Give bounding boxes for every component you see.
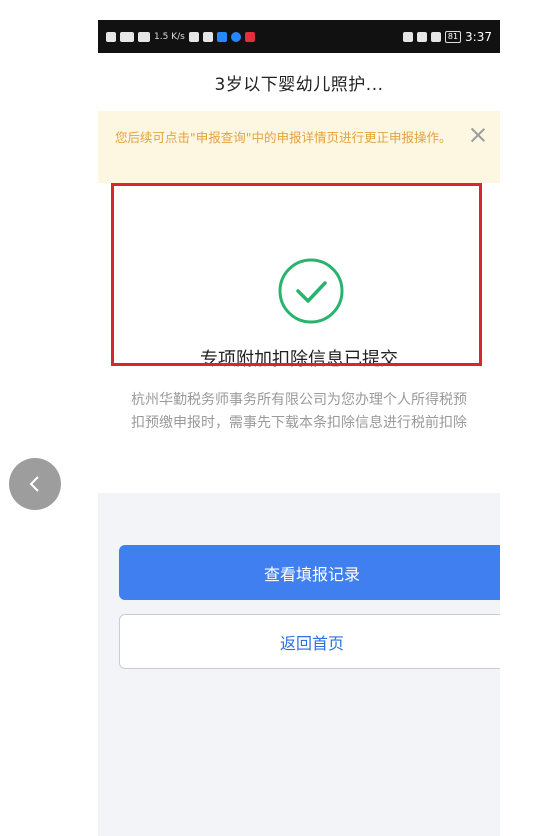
result-panel: 专项附加扣除信息已提交 杭州华勤税务师事务所有限公司为您办理个人所得税预扣预缴申…: [98, 183, 500, 493]
bell-icon: [202, 31, 213, 42]
status-bar: 1.5 K/s 81 3:37: [98, 20, 500, 53]
vibrate-icon: [416, 31, 427, 42]
app-red-icon: [244, 31, 255, 42]
hd-icon: [106, 31, 116, 42]
network-speed: 1.5 K/s: [154, 31, 185, 42]
phone-screen: 1.5 K/s 81 3:37 3岁以下婴幼儿照护... 您后续可点击"申报查询…: [98, 20, 500, 836]
back-home-button[interactable]: 返回首页: [119, 614, 500, 669]
nav-bar: 3岁以下婴幼儿照护...: [98, 53, 500, 111]
app-icon: [188, 31, 199, 42]
status-time: 3:37: [465, 29, 492, 44]
battery-icon: 81: [444, 30, 462, 43]
status-left: 1.5 K/s: [106, 31, 255, 42]
result-description: 杭州华勤税务师事务所有限公司为您办理个人所得税预扣预缴申报时，需事先下载本条扣除…: [131, 392, 467, 431]
signal-icon: [120, 31, 134, 42]
chevron-left-icon: [29, 476, 39, 492]
mute-icon: [430, 31, 441, 42]
app-blue-icon: [216, 31, 227, 42]
floating-back-button[interactable]: [9, 458, 61, 510]
notice-text: 您后续可点击"申报查询"中的申报详情页进行更正申报操作。: [115, 130, 452, 145]
nfc-icon: [402, 31, 413, 42]
close-icon[interactable]: [468, 125, 488, 145]
page-title: 3岁以下婴幼儿照护...: [214, 74, 384, 95]
wifi-icon: [138, 31, 150, 42]
status-right: 81 3:37: [402, 29, 492, 44]
view-records-button[interactable]: 查看填报记录: [119, 545, 500, 600]
result-title: 专项附加扣除信息已提交: [200, 349, 398, 370]
success-check-icon: [278, 258, 344, 324]
notice-banner: 您后续可点击"申报查询"中的申报详情页进行更正申报操作。: [98, 111, 500, 183]
app-round-icon: [230, 31, 241, 42]
